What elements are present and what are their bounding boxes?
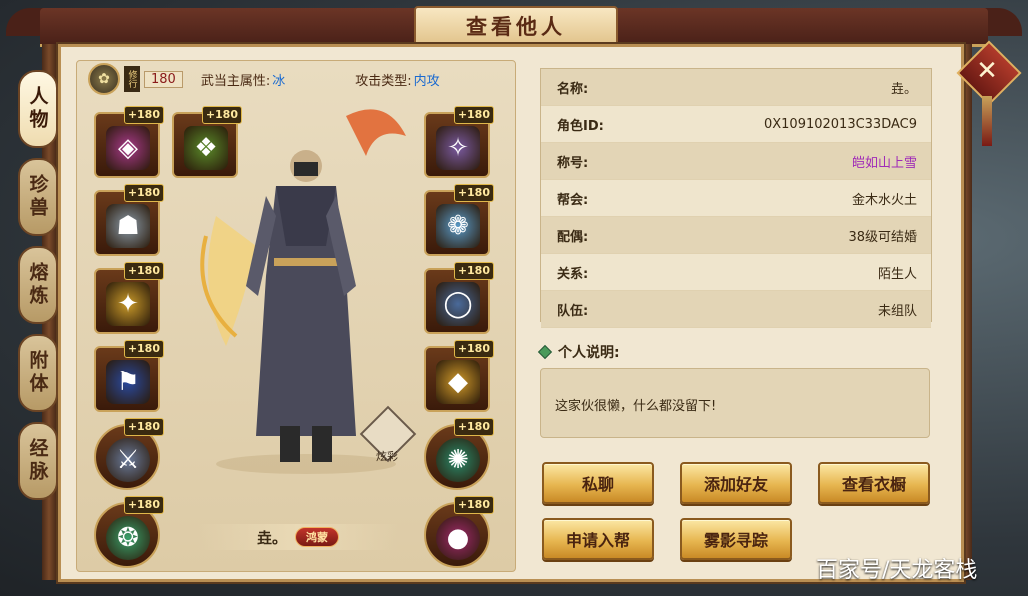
info-value: 0X109102013C33DAC9 — [763, 116, 917, 132]
info-value: 陌生人 — [877, 266, 917, 282]
necklace-icon: ❁ — [436, 204, 480, 248]
orb-icon: ● — [436, 516, 480, 560]
diamond-bullet-icon — [537, 344, 553, 360]
equip-slot-right-6[interactable]: ● +180 — [424, 496, 494, 568]
info-key: 帮会: — [557, 192, 589, 208]
tab-meridians[interactable]: 经脉 — [18, 422, 58, 500]
boots-icon: ⚑ — [106, 360, 150, 404]
tassel-ornament — [982, 96, 992, 146]
equip-slot-right-4[interactable]: ◆ +180 — [424, 340, 494, 412]
equip-level: +180 — [453, 496, 494, 514]
view-wardrobe-button[interactable]: 查看衣橱 — [818, 462, 930, 504]
equip-slot-left-3[interactable]: ☗ +180 — [94, 184, 164, 256]
info-value: 38级可结婚 — [848, 229, 917, 245]
equip-slot-left-6[interactable]: ⚔ +180 — [94, 418, 164, 490]
info-key: 关系: — [557, 266, 589, 282]
private-chat-button[interactable]: 私聊 — [542, 462, 654, 504]
equip-slot-left-7[interactable]: ❂ +180 — [94, 496, 164, 568]
info-row-guild: 帮会: 金木水火土 — [541, 180, 931, 217]
cultivation-tag: 修行 — [124, 66, 140, 92]
watermark: 百家号/天龙客栈 — [816, 558, 978, 583]
skin-label: 炫彩 — [376, 450, 398, 463]
jade-icon: ❂ — [106, 516, 150, 560]
equip-level: +180 — [123, 418, 164, 436]
info-key: 配偶: — [557, 229, 589, 245]
tab-possession[interactable]: 附体 — [18, 334, 58, 412]
weapon-icon: ⚔ — [106, 438, 150, 482]
info-key: 队伍: — [557, 303, 589, 319]
add-friend-button[interactable]: 添加好友 — [680, 462, 792, 504]
equip-level: +180 — [123, 106, 164, 124]
cultivation-icon[interactable]: ✿ — [88, 63, 120, 95]
info-value: 垚。 — [890, 81, 917, 97]
equip-slot-left-1[interactable]: ◈ +180 — [94, 106, 164, 178]
description-heading: 个人说明: — [537, 342, 620, 362]
equip-slot-right-3[interactable]: ◯ +180 — [424, 262, 494, 334]
info-key: 名称: — [557, 81, 589, 97]
side-tab-bar: 人物 珍兽 熔炼 附体 经脉 — [18, 70, 58, 510]
character-stat-line: ✿ 修行 180 武当主属性: 冰 攻击类型: 内攻 — [88, 63, 492, 95]
info-value: 金木水火土 — [851, 192, 917, 208]
info-row-team: 队伍: 未组队 — [541, 291, 931, 328]
equip-level: +180 — [453, 340, 494, 358]
info-value: 未组队 — [877, 303, 917, 319]
equip-level: +180 — [453, 184, 494, 202]
info-row-relation: 关系: 陌生人 — [541, 254, 931, 291]
description-text: 这家伙很懒，什么都没留下! — [540, 368, 930, 438]
main-attr-value: 冰 — [272, 73, 286, 89]
attack-type-value: 内攻 — [413, 73, 440, 89]
info-row-role-id: 角色ID: 0X109102013C33DAC9 — [541, 106, 931, 143]
description-heading-text: 个人说明: — [558, 345, 620, 361]
equip-level: +180 — [123, 262, 164, 280]
info-row-name: 名称: 垚。 — [541, 69, 931, 106]
character-name-plate: 垚。 鸿蒙 — [198, 524, 398, 550]
main-attr-label: 武当主属性: — [200, 73, 271, 89]
equip-level: +180 — [453, 418, 494, 436]
helmet-icon: ☗ — [106, 204, 150, 248]
equip-level: +180 — [123, 340, 164, 358]
equip-level: +180 — [453, 262, 494, 280]
bracer-icon: ◈ — [106, 126, 150, 170]
close-icon[interactable]: ✕ — [966, 50, 1008, 92]
equip-slot-right-1[interactable]: ✧ +180 — [424, 106, 494, 178]
attack-type-label: 攻击类型: — [355, 73, 412, 89]
sleeve-icon: ✧ — [436, 126, 480, 170]
ring-icon: ◯ — [436, 282, 480, 326]
window-title: 查看他人 — [414, 6, 618, 46]
tab-pets[interactable]: 珍兽 — [18, 158, 58, 236]
character-name: 垚。 — [256, 528, 287, 547]
equip-slot-left-4[interactable]: ✦ +180 — [94, 262, 164, 334]
equip-level: +180 — [453, 106, 494, 124]
shoulder-icon: ✦ — [106, 282, 150, 326]
tab-smelting[interactable]: 熔炼 — [18, 246, 58, 324]
info-table: 名称: 垚。 角色ID: 0X109102013C33DAC9 称号: 皑如山上雪 帮… — [540, 68, 932, 328]
join-guild-button[interactable]: 申请入帮 — [542, 518, 654, 560]
equip-level: +180 — [123, 496, 164, 514]
title-badge: 鸿蒙 — [295, 527, 339, 547]
cultivation-value: 180 — [144, 70, 183, 88]
amulet-icon: ✺ — [436, 438, 480, 482]
skin-button[interactable]: 炫彩 — [359, 405, 417, 463]
info-key: 角色ID: — [557, 118, 604, 134]
armor-icon: ◆ — [436, 360, 480, 404]
tab-character[interactable]: 人物 — [18, 70, 58, 148]
equip-level: +180 — [123, 184, 164, 202]
info-row-title: 称号: 皑如山上雪 — [541, 143, 931, 180]
info-key: 称号: — [557, 155, 589, 171]
info-value: 皑如山上雪 — [851, 155, 917, 171]
trace-button[interactable]: 雾影寻踪 — [680, 518, 792, 560]
equip-slot-right-5[interactable]: ✺ +180 — [424, 418, 494, 490]
equip-slot-left-5[interactable]: ⚑ +180 — [94, 340, 164, 412]
info-row-spouse: 配偶: 38级可结婚 — [541, 217, 931, 254]
equip-slot-right-2[interactable]: ❁ +180 — [424, 184, 494, 256]
